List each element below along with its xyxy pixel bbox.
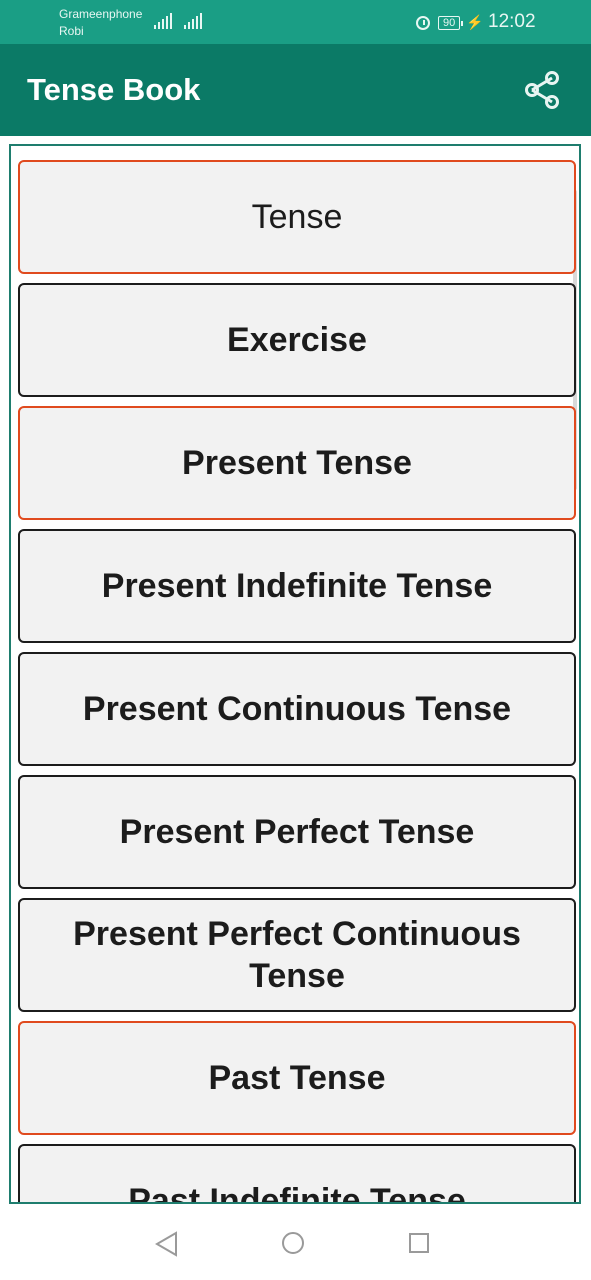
list-item-label: Present Indefinite Tense: [101, 567, 493, 605]
list-item-tense[interactable]: Tense: [18, 160, 576, 274]
app-bar: Tense Book: [0, 44, 591, 136]
share-icon[interactable]: [520, 68, 564, 112]
carrier-names: Grameenphone Robi: [59, 6, 142, 40]
signal-icons: [154, 12, 202, 29]
list-item-label: Present Tense: [182, 444, 412, 482]
list-item-present-perfect-continuous[interactable]: Present Perfect Continuous Tense: [18, 898, 576, 1012]
signal-icon: [184, 12, 202, 29]
signal-icon: [154, 12, 172, 29]
alarm-icon: [416, 15, 430, 30]
list-item-label: Present Perfect Tense: [119, 813, 475, 851]
carrier-1: Grameenphone: [59, 7, 143, 21]
clock: 12:02: [488, 11, 536, 32]
list-item-present-continuous[interactable]: Present Continuous Tense: [18, 652, 576, 766]
back-icon[interactable]: [152, 1230, 180, 1258]
list-item-past-indefinite[interactable]: Past Indefinite Tense: [18, 1144, 576, 1204]
list-item-label: Exercise: [227, 321, 367, 359]
home-icon[interactable]: [282, 1232, 304, 1254]
status-bar: Grameenphone Robi 90 ⚡ 12:02: [0, 0, 591, 44]
list-item-label: Present Perfect Continuous Tense: [73, 915, 521, 995]
list-item-exercise[interactable]: Exercise: [18, 283, 576, 397]
list-item-label: Tense: [251, 198, 343, 236]
recent-apps-icon[interactable]: [409, 1233, 429, 1253]
list-item-label: Past Tense: [208, 1059, 386, 1097]
list-item-present-perfect[interactable]: Present Perfect Tense: [18, 775, 576, 889]
tense-list[interactable]: Tense Exercise Present Tense Present Ind…: [9, 144, 581, 1204]
list-item-label: Present Continuous Tense: [82, 690, 512, 728]
status-icons: 90 ⚡: [416, 14, 484, 31]
app-title: Tense Book: [27, 72, 201, 107]
list-item-present-tense[interactable]: Present Tense: [18, 406, 576, 520]
charging-icon: ⚡: [466, 14, 484, 30]
navigation-bar: [0, 1204, 591, 1280]
battery-icon: 90: [438, 15, 464, 30]
carrier-2: Robi: [59, 24, 84, 38]
list-item-past-tense[interactable]: Past Tense: [18, 1021, 576, 1135]
list-item-label: Past Indefinite Tense: [128, 1182, 466, 1204]
list-item-present-indefinite[interactable]: Present Indefinite Tense: [18, 529, 576, 643]
